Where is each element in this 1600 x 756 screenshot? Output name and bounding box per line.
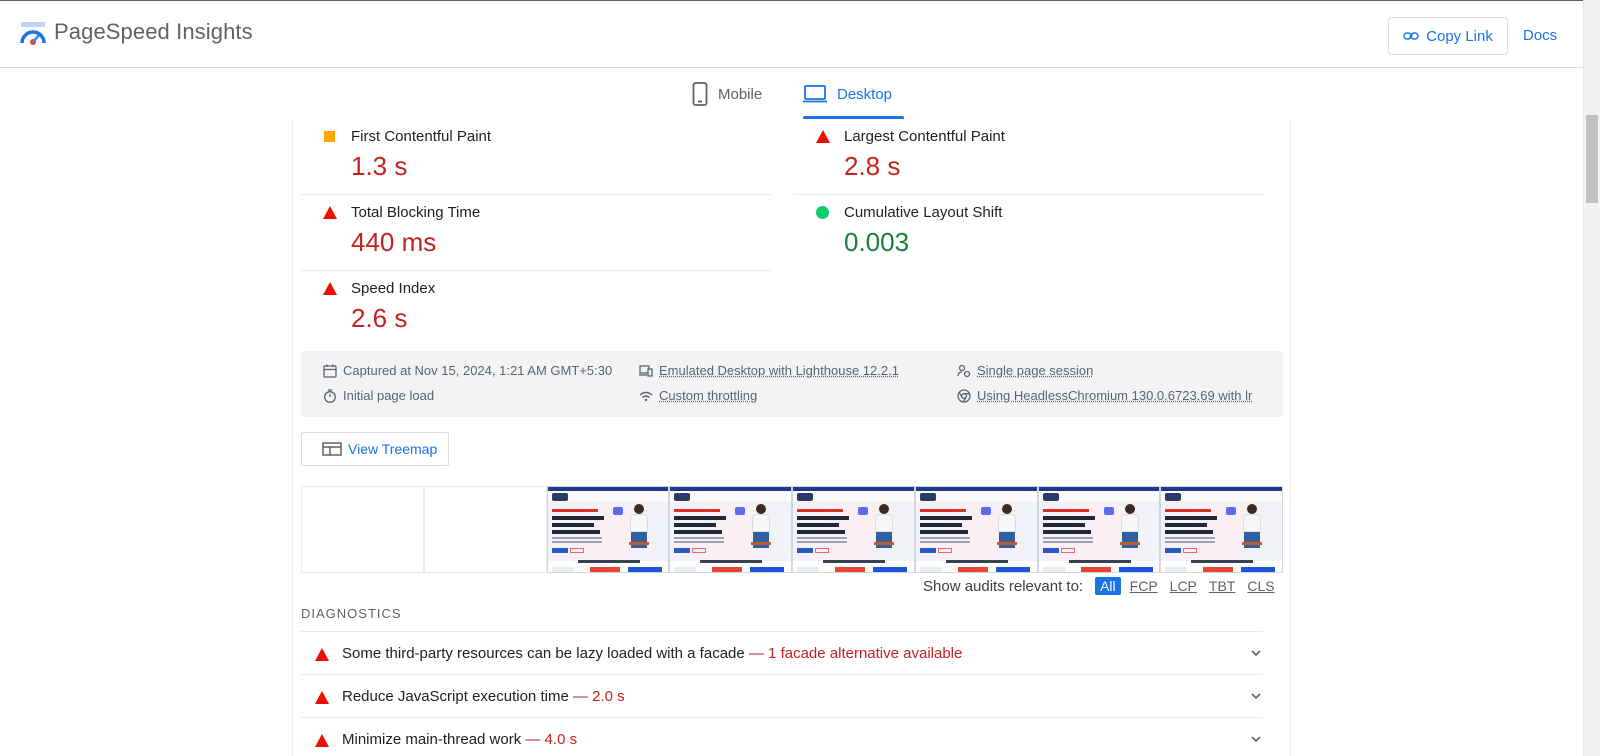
filmstrip-frame <box>915 486 1038 573</box>
runtime-captured-text: Captured at Nov 15, 2024, 1:21 AM GMT+5:… <box>343 363 612 378</box>
diagnostics-heading: DIAGNOSTICS <box>301 606 402 621</box>
red-triangle-icon <box>315 648 329 661</box>
metric-label: Total Blocking Time <box>351 204 480 221</box>
pagespeed-logo-icon[interactable] <box>20 21 46 47</box>
session-icon <box>957 364 971 378</box>
tab-desktop[interactable]: Desktop <box>803 69 892 119</box>
filmstrip-frame <box>547 486 670 573</box>
treemap-icon <box>322 442 342 456</box>
audit-item[interactable]: Reduce JavaScript execution time — 2.0 s <box>301 674 1263 717</box>
wifi-icon <box>639 389 653 403</box>
filter-chip-tbt[interactable]: TBT <box>1206 577 1238 595</box>
view-treemap-label: View Treemap <box>348 441 437 457</box>
metric-si: Speed Index 2.6 s <box>301 271 771 347</box>
metric-tbt: Total Blocking Time 440 ms <box>301 195 771 271</box>
green-circle-icon <box>816 206 829 219</box>
filter-chip-fcp[interactable]: FCP <box>1127 577 1161 595</box>
laptop-icon <box>803 85 827 103</box>
audit-filter: Show audits relevant to: All FCP LCP TBT… <box>923 574 1278 598</box>
audit-title: Some third-party resources can be lazy l… <box>342 645 745 662</box>
filmstrip-frame <box>669 486 792 573</box>
red-triangle-icon <box>323 282 337 295</box>
runtime-captured: Captured at Nov 15, 2024, 1:21 AM GMT+5:… <box>323 363 612 378</box>
audit-display-value: — 2.0 s <box>573 688 625 705</box>
view-treemap-button[interactable]: View Treemap <box>301 432 449 466</box>
metric-cls: Cumulative Layout Shift 0.003 <box>794 195 1264 271</box>
metric-label: Largest Contentful Paint <box>844 128 1005 145</box>
stopwatch-icon <box>323 389 337 403</box>
filter-chip-cls[interactable]: CLS <box>1244 577 1277 595</box>
runtime-load: Initial page load <box>323 388 434 403</box>
red-triangle-icon <box>315 691 329 704</box>
runtime-browser-text: Using HeadlessChromium 130.0.6723.69 wit… <box>977 388 1252 403</box>
orange-square-icon <box>324 131 335 142</box>
top-header: PageSpeed Insights Copy Link Docs <box>0 0 1583 68</box>
devices-icon <box>639 364 653 378</box>
chevron-down-icon[interactable] <box>1249 646 1263 660</box>
metric-fcp: First Contentful Paint 1.3 s <box>301 119 771 195</box>
filmstrip-frame <box>1160 486 1283 573</box>
page-scrollbar[interactable] <box>1583 0 1600 756</box>
link-icon <box>1403 28 1419 44</box>
runtime-emulated[interactable]: Emulated Desktop with Lighthouse 12.2.1 <box>639 363 899 378</box>
filmstrip-frame <box>792 486 915 573</box>
audit-filter-label: Show audits relevant to: <box>923 578 1083 595</box>
filmstrip-frame <box>301 486 424 573</box>
audit-item[interactable]: Some third-party resources can be lazy l… <box>301 631 1263 674</box>
audit-item[interactable]: Minimize main-thread work — 4.0 s <box>301 717 1263 756</box>
runtime-browser[interactable]: Using HeadlessChromium 130.0.6723.69 wit… <box>957 388 1252 403</box>
tab-mobile[interactable]: Mobile <box>692 69 762 119</box>
scrollbar-thumb[interactable] <box>1586 115 1598 203</box>
chrome-icon <box>957 389 971 403</box>
runtime-session-text: Single page session <box>977 363 1093 378</box>
device-tabs: Mobile Desktop <box>0 69 1583 119</box>
runtime-settings: Captured at Nov 15, 2024, 1:21 AM GMT+5:… <box>301 351 1283 417</box>
metric-value: 1.3 s <box>351 151 407 182</box>
brand-title[interactable]: PageSpeed Insights <box>54 19 253 45</box>
calendar-icon <box>323 364 337 378</box>
filter-chip-lcp[interactable]: LCP <box>1167 577 1200 595</box>
audit-display-value: — 1 facade alternative available <box>749 645 962 662</box>
chevron-down-icon[interactable] <box>1249 689 1263 703</box>
runtime-emulated-text: Emulated Desktop with Lighthouse 12.2.1 <box>659 363 899 378</box>
metric-value: 440 ms <box>351 227 436 258</box>
audit-title: Reduce JavaScript execution time <box>342 688 569 705</box>
metric-lcp: Largest Contentful Paint 2.8 s <box>794 119 1264 195</box>
red-triangle-icon <box>816 130 830 143</box>
tab-mobile-label: Mobile <box>718 86 762 103</box>
audit-display-value: — 4.0 s <box>525 731 577 748</box>
red-triangle-icon <box>315 734 329 747</box>
docs-link[interactable]: Docs <box>1523 27 1557 44</box>
filter-chip-all[interactable]: All <box>1095 577 1121 595</box>
filmstrip <box>301 486 1283 573</box>
filmstrip-frame <box>1038 486 1161 573</box>
report-content: First Contentful Paint 1.3 s Largest Con… <box>292 119 1291 756</box>
audit-title: Minimize main-thread work <box>342 731 521 748</box>
tab-desktop-label: Desktop <box>837 86 892 103</box>
metric-label: First Contentful Paint <box>351 128 491 145</box>
metric-label: Speed Index <box>351 280 435 297</box>
filmstrip-frame <box>424 486 547 573</box>
red-triangle-icon <box>323 206 337 219</box>
runtime-session[interactable]: Single page session <box>957 363 1093 378</box>
metric-value: 0.003 <box>844 227 909 258</box>
chevron-down-icon[interactable] <box>1249 732 1263 746</box>
runtime-load-text: Initial page load <box>343 388 434 403</box>
copy-link-button[interactable]: Copy Link <box>1388 17 1508 55</box>
runtime-throttling-text: Custom throttling <box>659 388 757 403</box>
smartphone-icon <box>692 82 708 106</box>
metric-value: 2.6 s <box>351 303 407 334</box>
runtime-throttling[interactable]: Custom throttling <box>639 388 757 403</box>
copy-link-label: Copy Link <box>1426 28 1493 45</box>
metric-value: 2.8 s <box>844 151 900 182</box>
metric-label: Cumulative Layout Shift <box>844 204 1002 221</box>
